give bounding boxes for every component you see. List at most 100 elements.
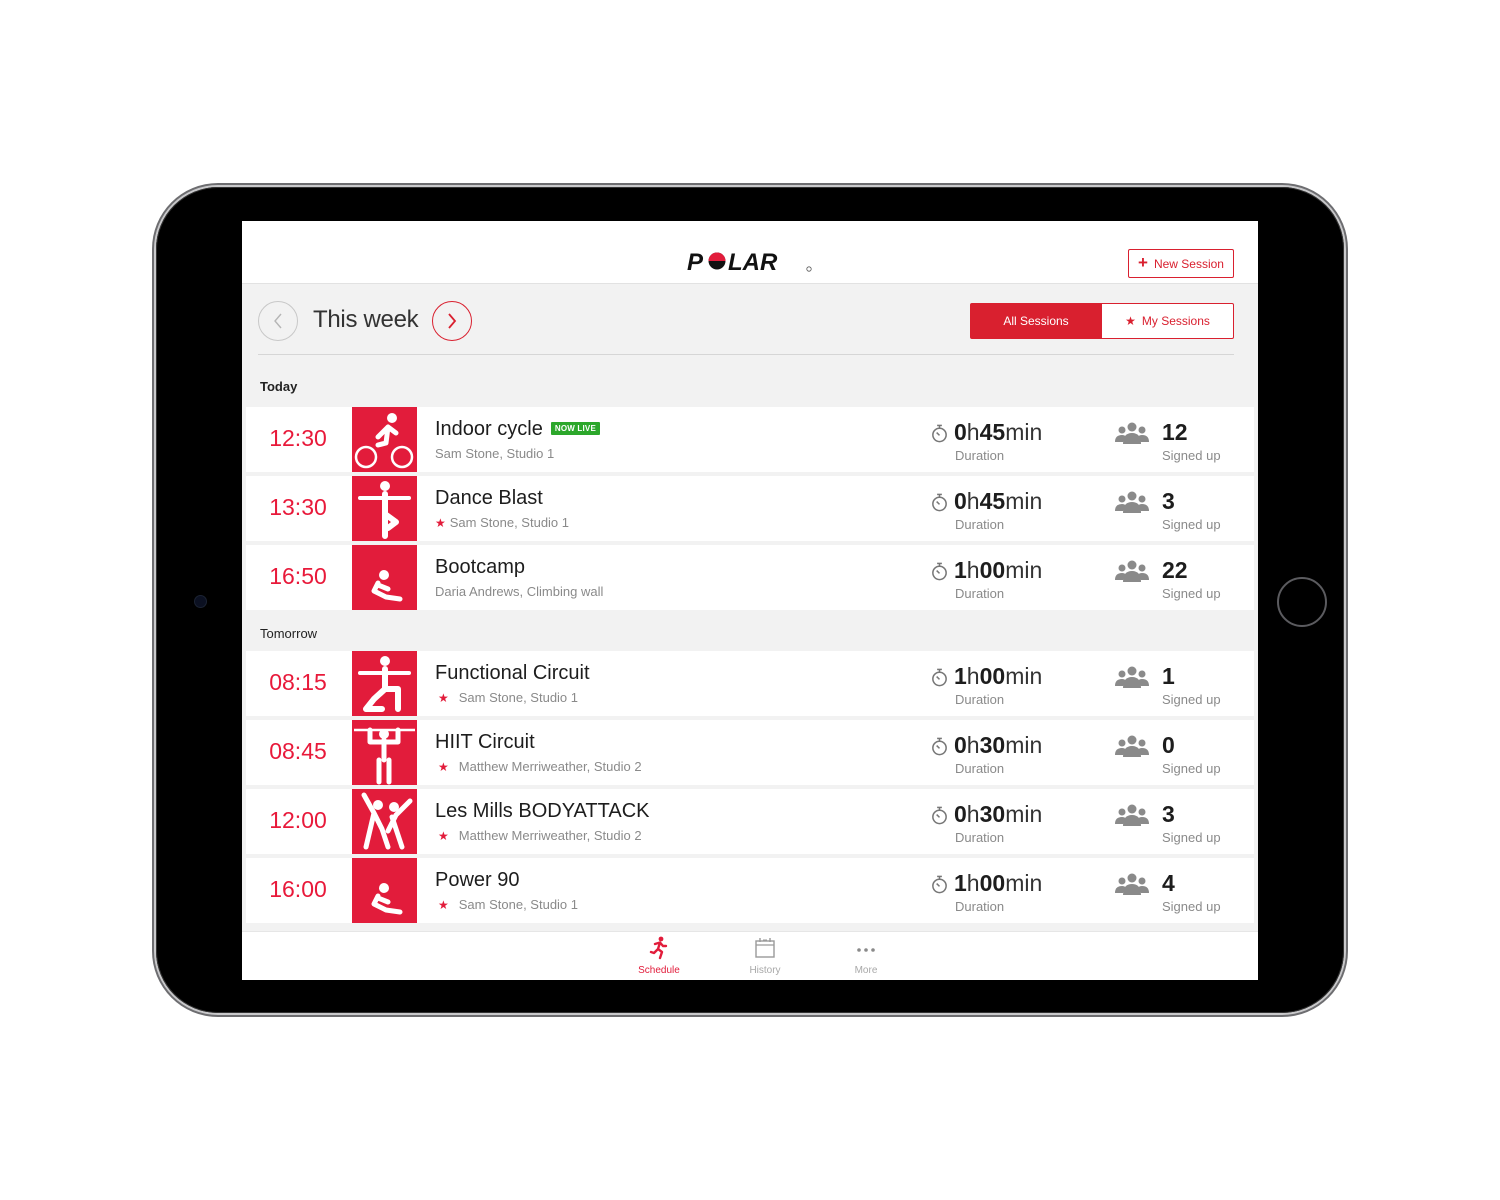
session-title-text: Indoor cycle xyxy=(435,418,543,440)
star-icon: ★ xyxy=(435,516,446,530)
tab-history[interactable]: History xyxy=(730,936,800,976)
instructor-location: Matthew Merriweather, Studio 2 xyxy=(458,759,642,774)
session-instructor: ★ Sam Stone, Studio 1 xyxy=(435,897,578,912)
situp-icon xyxy=(371,883,403,915)
instructor-location: Sam Stone, Studio 1 xyxy=(435,446,555,461)
activity-icon-tile xyxy=(352,407,417,472)
session-time: 08:15 xyxy=(269,669,327,695)
tab-more[interactable]: More xyxy=(831,936,901,976)
plus-icon: + xyxy=(1138,253,1148,272)
star-icon: ★ xyxy=(1125,314,1136,328)
session-title: Bootcamp xyxy=(435,556,525,579)
activity-icon-tile xyxy=(352,720,417,785)
my-sessions-tab[interactable]: ★ My Sessions xyxy=(1102,303,1234,339)
signed-up-label: Signed up xyxy=(1162,586,1221,601)
cycling-icon xyxy=(354,413,414,469)
people-group-icon xyxy=(1115,873,1149,895)
activity-icon-tile xyxy=(352,651,417,716)
session-row[interactable]: 16:00 Power 90 ★ Sam Stone, Studio 1 1h00min… xyxy=(246,858,1254,923)
session-title: Dance Blast xyxy=(435,487,543,510)
tab-schedule[interactable]: Schedule xyxy=(624,936,694,976)
duration-value: 0h30min xyxy=(954,732,1043,758)
signed-up-label: Signed up xyxy=(1162,448,1221,463)
session-instructor: ★ Matthew Merriweather, Studio 2 xyxy=(435,828,642,843)
duration-value: 0h45min xyxy=(954,419,1043,445)
session-time: 16:00 xyxy=(269,876,327,902)
home-button[interactable] xyxy=(1277,577,1327,627)
star-icon: ★ xyxy=(438,760,449,774)
session-title-text: Dance Blast xyxy=(435,487,543,509)
stopwatch-icon xyxy=(932,875,947,894)
session-title-text: Power 90 xyxy=(435,869,520,891)
people-group-icon xyxy=(1115,735,1149,757)
activity-icon-tile xyxy=(352,545,417,610)
bottom-tab-bar: Schedule History More xyxy=(242,931,1258,980)
session-title-text: Functional Circuit xyxy=(435,662,590,684)
session-instructor: ★ Sam Stone, Studio 1 xyxy=(435,690,578,705)
week-label: This week xyxy=(313,306,419,333)
situp-icon xyxy=(371,570,403,602)
stopwatch-icon xyxy=(932,424,947,443)
all-sessions-label: All Sessions xyxy=(1003,314,1069,328)
session-instructor: ★ Sam Stone, Studio 1 xyxy=(435,515,569,530)
signed-up-number: 0 xyxy=(1162,732,1175,758)
activity-icon-tile xyxy=(352,476,417,541)
app-header: P LAR + New Session xyxy=(242,221,1258,284)
duration-value: 1h00min xyxy=(954,557,1043,583)
lunge-icon xyxy=(358,656,411,712)
stopwatch-icon xyxy=(932,562,947,581)
signed-up-label: Signed up xyxy=(1162,761,1221,776)
people-group-icon xyxy=(1115,422,1149,444)
duration-label: Duration xyxy=(955,517,1005,532)
chevron-right-icon xyxy=(448,313,457,329)
session-title-text: Les Mills BODYATTACK xyxy=(435,800,650,822)
session-row[interactable]: 12:00 Les Mills BODYATTACK ★ Matthew Merriw… xyxy=(246,789,1254,854)
group-exercise-icon xyxy=(361,792,413,850)
duration-value: 0h45min xyxy=(954,488,1043,514)
people-group-icon xyxy=(1115,666,1149,688)
previous-week-button[interactable] xyxy=(258,301,298,341)
duration-label: Duration xyxy=(955,586,1005,601)
signed-up-number: 3 xyxy=(1162,488,1175,514)
svg-text:LAR: LAR xyxy=(728,249,778,273)
session-title: HIIT Circuit xyxy=(435,731,535,754)
session-title: Indoor cycle NOW LIVE xyxy=(435,418,600,441)
people-group-icon xyxy=(1115,491,1149,513)
stopwatch-icon xyxy=(932,806,947,825)
svg-text:P: P xyxy=(687,249,704,273)
polar-logo: P LAR xyxy=(687,249,812,273)
session-row[interactable]: 16:50 Bootcamp Daria Andrews, Climbing wal… xyxy=(246,545,1254,610)
session-filter: All Sessions ★ My Sessions xyxy=(970,303,1234,339)
people-group-icon xyxy=(1115,560,1149,582)
week-navigator: This week All Sessions ★ My Sessions xyxy=(258,301,1234,355)
new-session-button[interactable]: + New Session xyxy=(1128,249,1234,278)
my-sessions-label: My Sessions xyxy=(1141,314,1210,328)
app-screen: P LAR + New Session This week All Sessio… xyxy=(242,221,1258,980)
instructor-location: Sam Stone, Studio 1 xyxy=(449,515,570,530)
stopwatch-icon xyxy=(932,668,947,687)
chevron-left-icon xyxy=(274,313,282,329)
session-title-text: HIIT Circuit xyxy=(435,731,535,753)
all-sessions-tab[interactable]: All Sessions xyxy=(970,303,1102,339)
instructor-location: Daria Andrews, Climbing wall xyxy=(435,584,604,599)
session-row[interactable]: 12:30 Indoor cycle NOW LIVE Sam Stone, Stud… xyxy=(246,407,1254,472)
session-instructor: Sam Stone, Studio 1 xyxy=(435,446,554,461)
calendar-icon xyxy=(755,938,775,958)
duration-value: 1h00min xyxy=(954,870,1043,896)
session-row[interactable]: 13:30 Dance Blast ★ Sam Stone, Studio 1 0h45… xyxy=(246,476,1254,541)
duration-label: Duration xyxy=(955,899,1005,914)
session-instructor: ★ Matthew Merriweather, Studio 2 xyxy=(435,759,642,774)
next-week-button[interactable] xyxy=(432,301,472,341)
signed-up-label: Signed up xyxy=(1162,830,1221,845)
now-live-badge: NOW LIVE xyxy=(550,422,600,435)
instructor-location: Sam Stone, Studio 1 xyxy=(458,897,579,912)
duration-value: 0h30min xyxy=(954,801,1043,827)
front-camera xyxy=(195,596,206,607)
star-icon: ★ xyxy=(438,898,449,912)
running-icon xyxy=(649,936,668,960)
session-row[interactable]: 08:15 Functional Circuit ★ Sam Stone, Studi… xyxy=(246,651,1254,716)
duration-label: Duration xyxy=(955,761,1005,776)
duration-label: Duration xyxy=(955,448,1005,463)
session-row[interactable]: 08:45 HIIT Circuit ★ Matthew Merriweather, … xyxy=(246,720,1254,785)
duration-value: 1h00min xyxy=(954,663,1043,689)
